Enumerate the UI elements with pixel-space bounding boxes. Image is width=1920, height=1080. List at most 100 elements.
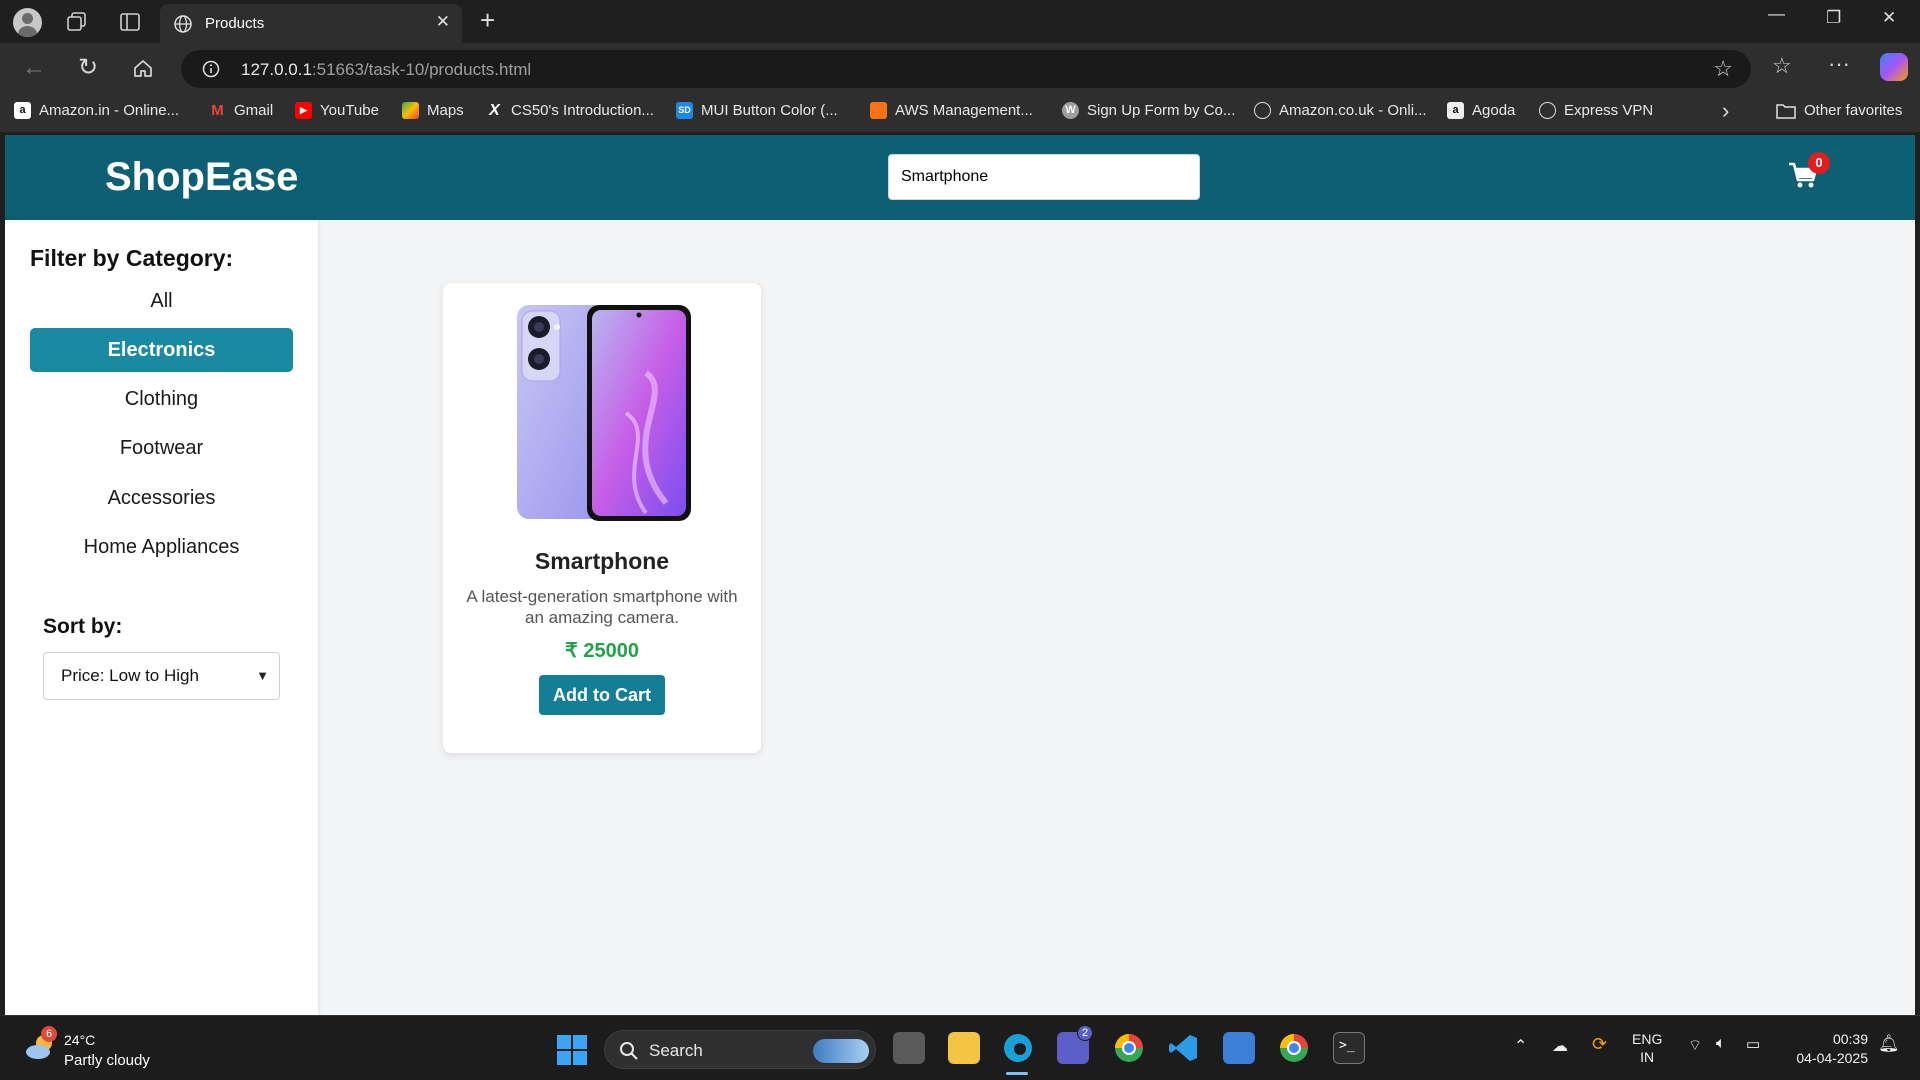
chrome-profile-icon[interactable] — [1278, 1032, 1310, 1064]
dolphin-icon — [813, 1039, 869, 1063]
wifi-icon[interactable]: ⌔ — [1688, 1036, 1702, 1055]
category-footwear[interactable]: Footwear — [30, 426, 293, 470]
chevron-right-icon[interactable]: › — [1722, 98, 1729, 124]
close-tab-icon[interactable]: ✕ — [436, 12, 450, 32]
notepad-icon[interactable] — [1223, 1032, 1255, 1064]
onedrive-icon[interactable]: ☁ — [1552, 1036, 1568, 1056]
workspaces-icon[interactable] — [66, 11, 88, 33]
globe-icon — [1254, 102, 1271, 119]
filter-sidebar: Filter by Category: All Electronics Clot… — [5, 220, 318, 1015]
bookmark-item[interactable]: ▶ YouTube — [295, 102, 379, 119]
bookmark-item[interactable]: Amazon.co.uk - Onli... — [1254, 102, 1427, 119]
agoda-icon: a — [1447, 102, 1464, 119]
amazon-icon: a — [14, 102, 31, 119]
product-price: ₹ 25000 — [565, 640, 639, 662]
url-path: :51663/task-10/products.html — [311, 60, 532, 79]
bookmark-label: YouTube — [320, 102, 379, 119]
home-icon[interactable] — [132, 57, 154, 79]
taskbar-search-label: Search — [649, 1041, 703, 1060]
bookmark-item[interactable]: a Agoda — [1447, 102, 1515, 119]
bookmark-label: Gmail — [234, 102, 274, 119]
edge-icon[interactable] — [1002, 1032, 1034, 1064]
bookmark-item[interactable]: SD MUI Button Color (... — [676, 102, 838, 119]
bookmark-item[interactable]: M Gmail — [209, 102, 273, 119]
add-to-cart-button[interactable]: Add to Cart — [539, 675, 665, 715]
sort-selected-value: Price: Low to High — [61, 666, 199, 685]
site-info-icon[interactable] — [202, 60, 220, 78]
folder-icon — [1776, 104, 1796, 119]
weather-widget[interactable]: 6 — [24, 1026, 58, 1062]
more-menu-icon[interactable]: ··· — [1828, 51, 1850, 77]
new-tab-icon[interactable]: + — [480, 5, 495, 36]
other-favorites[interactable]: Other favorites — [1776, 102, 1902, 119]
tab-products[interactable]: Products ✕ — [160, 4, 462, 43]
vscode-icon[interactable] — [1168, 1032, 1200, 1064]
bookmark-item[interactable]: a Amazon.in - Online... — [14, 102, 179, 119]
search-input[interactable] — [888, 154, 1200, 200]
category-accessories[interactable]: Accessories — [30, 476, 293, 520]
sync-icon[interactable]: ⟳ — [1592, 1034, 1607, 1055]
restore-icon[interactable]: ❐ — [1826, 8, 1841, 28]
product-name: Smartphone — [534, 548, 670, 574]
chevron-up-icon[interactable]: ⌃ — [1514, 1036, 1527, 1056]
vertical-tabs-icon[interactable] — [119, 11, 141, 33]
file-explorer-icon[interactable] — [948, 1032, 980, 1064]
bookmarks-bar: a Amazon.in - Online... M Gmail ▶ YouTube M… — [0, 92, 1920, 132]
aws-icon — [870, 102, 887, 119]
clock-time: 00:39 — [1832, 1031, 1868, 1047]
category-clothing[interactable]: Clothing — [30, 377, 293, 421]
favorite-star-icon[interactable]: ☆ — [1713, 56, 1733, 82]
refresh-icon[interactable]: ↻ — [78, 53, 98, 82]
url-host: 127.0.0.1 — [241, 60, 312, 79]
weather-description: Partly cloudy — [64, 1052, 150, 1069]
category-electronics[interactable]: Electronics — [30, 328, 293, 372]
bookmark-item[interactable]: W Sign Up Form by Co... — [1062, 102, 1235, 119]
minimize-icon[interactable]: — — [1768, 4, 1785, 24]
close-window-icon[interactable]: ✕ — [1882, 8, 1896, 28]
product-description: A latest-generation smartphone with an a… — [466, 587, 738, 627]
bookmark-label: CS50's Introduction... — [511, 102, 654, 119]
windows-taskbar: 6 24°C Partly cloudy Search 2 >_ ⌃ ☁ ⟳ E… — [0, 1015, 1920, 1080]
bookmark-label: MUI Button Color (... — [701, 102, 838, 119]
copilot-icon[interactable] — [1880, 53, 1908, 81]
favorites-icon[interactable]: ☆ — [1772, 53, 1792, 79]
notifications-icon[interactable]: 🔔︎ — [1878, 1034, 1900, 1054]
terminal-icon[interactable]: >_ — [1333, 1032, 1365, 1064]
bookmark-label: Amazon.co.uk - Onli... — [1279, 102, 1427, 119]
bookmark-item[interactable]: Express VPN — [1539, 102, 1653, 119]
youtube-icon: ▶ — [295, 102, 312, 119]
battery-icon[interactable]: ▭ — [1746, 1035, 1760, 1053]
teams-icon[interactable]: 2 — [1057, 1025, 1093, 1064]
bookmark-label: Sign Up Form by Co... — [1087, 102, 1236, 119]
maps-icon — [402, 102, 419, 119]
back-icon[interactable]: ← — [22, 54, 46, 82]
bookmark-label: Express VPN — [1564, 102, 1654, 119]
category-all[interactable]: All — [30, 279, 293, 323]
bookmark-item[interactable]: X CS50's Introduction... — [486, 102, 654, 119]
bookmark-item[interactable]: Maps — [402, 102, 464, 119]
edge-active-indicator — [1006, 1072, 1028, 1075]
sort-select[interactable]: Price: Low to High ▼ — [43, 652, 280, 700]
site-header: ShopEase 0 — [5, 135, 1915, 220]
clock[interactable]: 00:39 04-04-2025 — [1784, 1030, 1868, 1068]
site-logo[interactable]: ShopEase — [105, 155, 298, 200]
bookmark-item[interactable]: AWS Management... — [870, 102, 1033, 119]
windows-start-icon[interactable] — [557, 1035, 587, 1065]
smartphone-image — [517, 305, 691, 521]
gmail-icon: M — [211, 102, 224, 119]
address-bar[interactable]: 127.0.0.1:51663/task-10/products.html ☆ — [181, 50, 1751, 88]
globe-icon — [1539, 102, 1556, 119]
category-home-appliances[interactable]: Home Appliances — [30, 525, 293, 569]
chevron-down-icon: ▼ — [256, 668, 269, 683]
task-view-icon[interactable] — [893, 1032, 925, 1064]
language-indicator[interactable]: ENG IN — [1632, 1030, 1662, 1066]
profile-avatar-icon[interactable] — [13, 8, 42, 37]
region-code: IN — [1640, 1049, 1655, 1065]
chrome-icon[interactable] — [1113, 1032, 1145, 1064]
taskbar-search[interactable]: Search — [604, 1030, 876, 1069]
volume-icon[interactable]: 🔈︎ — [1716, 1035, 1726, 1053]
wordpress-icon: W — [1062, 102, 1079, 119]
cart-count-badge: 0 — [1808, 152, 1830, 174]
language-code: ENG — [1632, 1031, 1663, 1047]
product-card: Smartphone A latest-generation smartphon… — [443, 283, 761, 753]
